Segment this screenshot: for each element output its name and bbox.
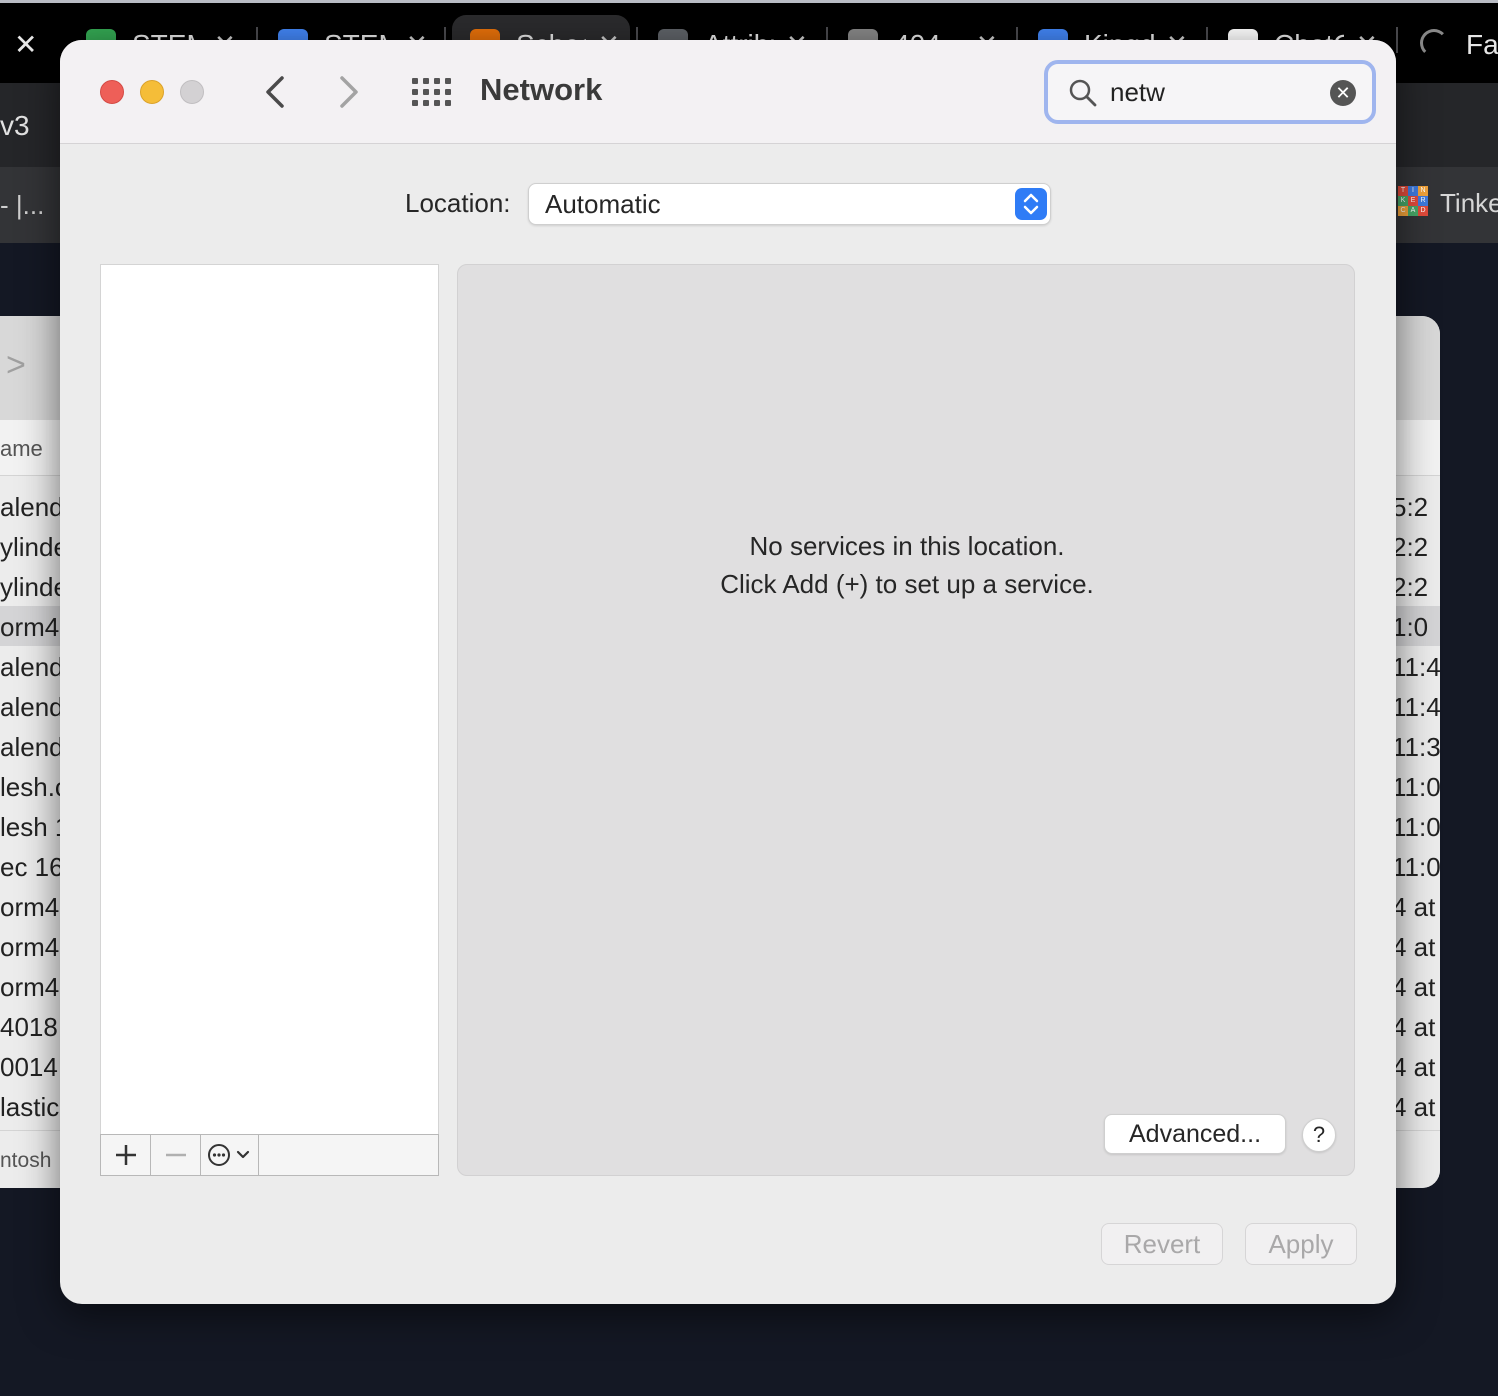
column-name-label: ame: [0, 436, 43, 461]
file-date: 11:0: [1392, 772, 1440, 802]
empty-message-line2: Click Add (+) to set up a service.: [720, 569, 1094, 599]
search-input[interactable]: [1110, 74, 1320, 110]
window-toolbar: Network ✕: [60, 40, 1396, 144]
chevron-left-icon: [266, 76, 284, 108]
logo-tile: N: [1418, 186, 1428, 196]
file-name: orm4: [0, 972, 60, 1002]
help-button[interactable]: ?: [1302, 1118, 1336, 1152]
forward-button[interactable]: [330, 70, 370, 114]
file-name: alend: [0, 652, 60, 682]
file-date: 11:3: [1392, 732, 1440, 762]
tinkercad-logo-icon: TINKERCAD: [1398, 186, 1428, 216]
advanced-button[interactable]: Advanced...: [1104, 1114, 1286, 1154]
file-date: 4 at: [1392, 1092, 1436, 1122]
plus-icon: [116, 1145, 136, 1165]
file-date: 11:0: [1392, 812, 1440, 842]
file-name: alend: [0, 732, 60, 762]
logo-tile: D: [1418, 206, 1428, 216]
tab-separator: [1396, 27, 1398, 53]
location-label: Location:: [405, 188, 511, 218]
file-name: orm4: [0, 932, 60, 962]
close-window-icon[interactable]: ✕: [14, 31, 37, 59]
logo-tile: E: [1408, 196, 1418, 206]
file-name: alend: [0, 692, 60, 722]
logo-tile: I: [1408, 186, 1418, 196]
file-date: 2:2: [1392, 532, 1429, 562]
file-date: 11:4: [1392, 692, 1440, 722]
file-name: ylinde: [0, 532, 60, 562]
loading-spinner-icon: [1420, 29, 1448, 57]
file-name: ylinde: [0, 572, 60, 602]
file-name: lastic: [0, 1092, 60, 1122]
file-date: 4 at: [1392, 972, 1436, 1002]
chevron-right-icon[interactable]: >: [6, 346, 26, 385]
location-select[interactable]: Automatic: [528, 183, 1051, 225]
minimize-button[interactable]: [140, 80, 164, 104]
empty-message-line1: No services in this location.: [749, 531, 1065, 561]
location-value: Automatic: [545, 189, 661, 219]
file-date: 4 at: [1392, 1012, 1436, 1042]
service-list-toolbar: [100, 1134, 439, 1176]
file-date: 4 at: [1392, 932, 1436, 962]
file-name: alend: [0, 492, 60, 522]
logo-tile: T: [1398, 186, 1408, 196]
zoom-button[interactable]: [180, 80, 204, 104]
logo-tile: R: [1418, 196, 1428, 206]
file-date: 11:0: [1392, 852, 1440, 882]
ellipsis-circle-icon: [208, 1144, 250, 1166]
address-fragment: v3: [0, 110, 30, 141]
network-preferences-window: Network ✕ Location: Automatic: [60, 40, 1396, 1304]
remove-service-button[interactable]: [151, 1135, 201, 1175]
path-label: ntosh: [0, 1149, 52, 1172]
service-detail-pane: No services in this location. Click Add …: [457, 264, 1355, 1176]
window-title: Network: [480, 72, 603, 107]
file-name: orm4: [0, 612, 60, 642]
action-menu-button[interactable]: [201, 1135, 259, 1175]
search-icon: [1069, 79, 1097, 107]
minus-icon: [166, 1153, 186, 1157]
logo-tile: A: [1408, 206, 1418, 216]
service-list[interactable]: [100, 264, 439, 1136]
logo-tile: C: [1398, 206, 1408, 216]
file-name: 4018: [0, 1012, 58, 1042]
file-date: 4 at: [1392, 892, 1436, 922]
file-date: 11:4: [1392, 652, 1440, 682]
file-name: 0014: [0, 1052, 58, 1082]
show-all-grid-icon[interactable]: [412, 78, 451, 106]
close-button[interactable]: [100, 80, 124, 104]
file-name: orm4: [0, 892, 60, 922]
back-button[interactable]: [256, 70, 296, 114]
revert-button[interactable]: Revert: [1101, 1223, 1223, 1265]
popup-stepper-icon: [1015, 188, 1047, 220]
file-date: 1:0: [1392, 612, 1429, 642]
apply-button[interactable]: Apply: [1245, 1223, 1357, 1265]
file-name: lesh.c: [0, 772, 60, 802]
bookmark-item[interactable]: - |...: [0, 190, 44, 221]
clear-search-icon[interactable]: ✕: [1330, 80, 1356, 106]
chevron-right-icon: [340, 76, 358, 108]
file-date: 5:2: [1392, 492, 1429, 522]
add-service-button[interactable]: [101, 1135, 151, 1175]
file-name: lesh 1: [0, 812, 60, 842]
bookmark-item-tinkercad[interactable]: Tinke: [1440, 188, 1498, 219]
file-date: 4 at: [1392, 1052, 1436, 1082]
logo-tile: K: [1398, 196, 1408, 206]
search-field[interactable]: ✕: [1044, 60, 1376, 124]
file-name: ec 16: [0, 852, 60, 882]
file-date: 2:2: [1392, 572, 1429, 602]
tab-label: Fac: [1466, 29, 1498, 60]
